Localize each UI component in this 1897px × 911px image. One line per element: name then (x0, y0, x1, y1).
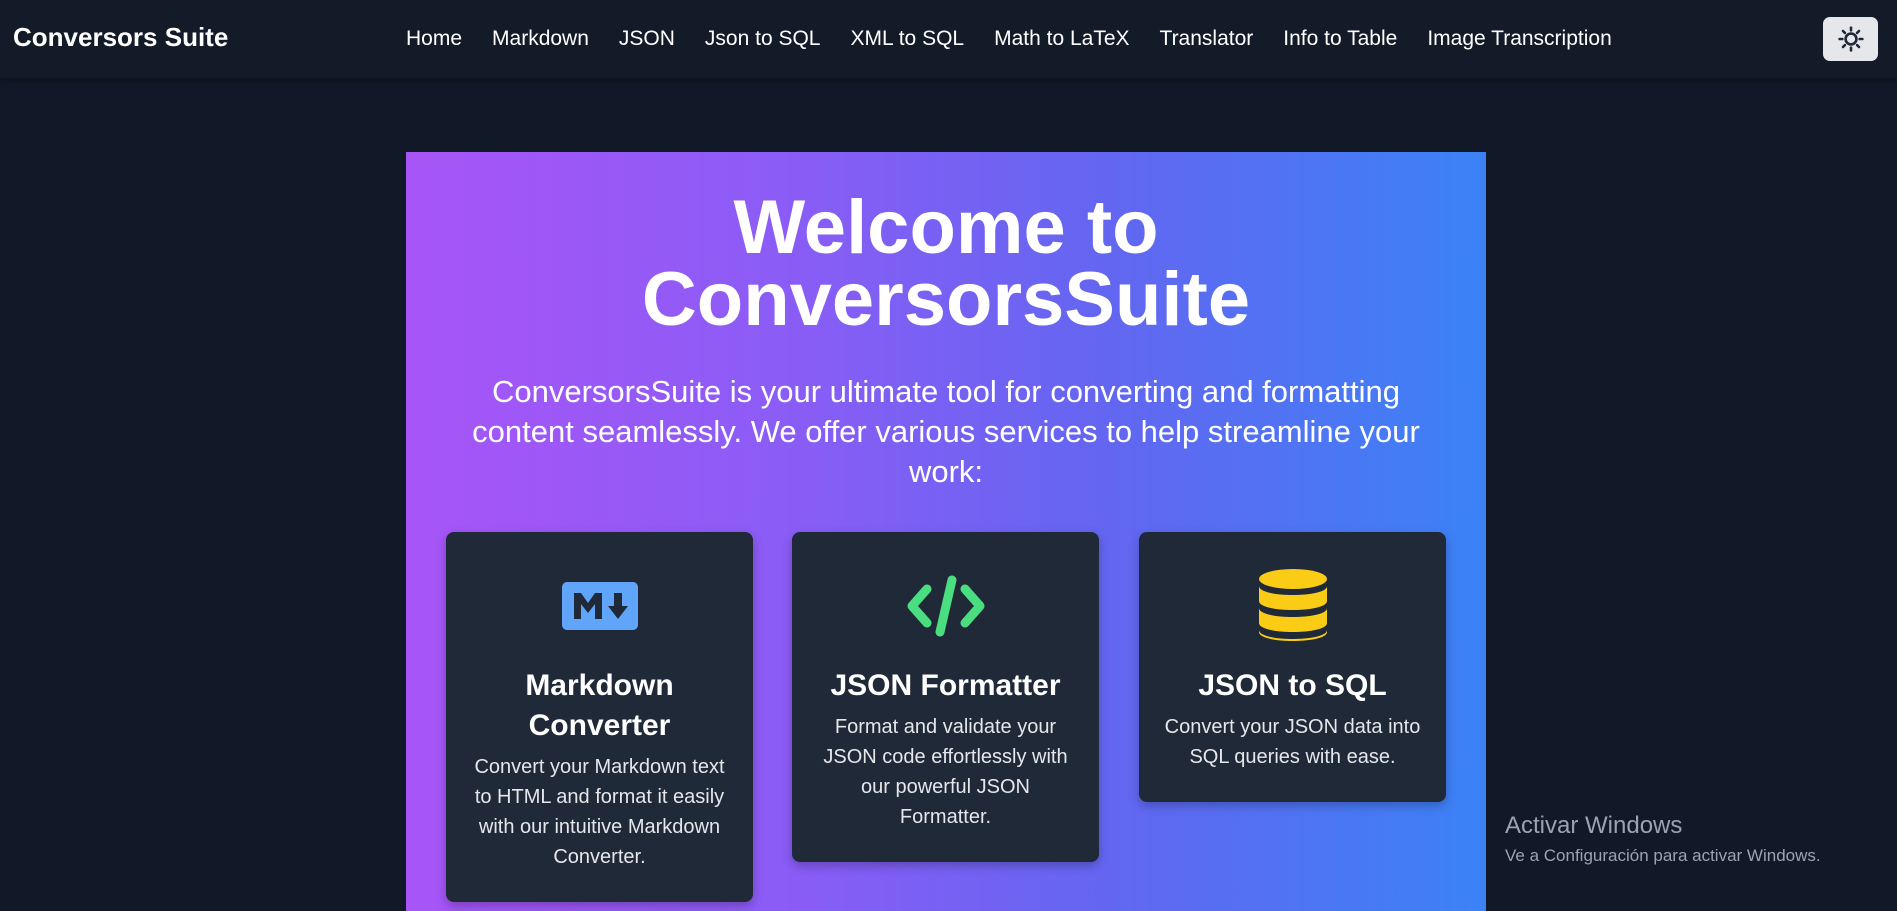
code-icon (907, 575, 984, 637)
nav-link-xml-to-sql[interactable]: XML to SQL (850, 27, 964, 51)
markdown-icon (561, 582, 638, 630)
card-title: Markdown Converter (525, 669, 674, 742)
nav-link-home[interactable]: Home (406, 27, 462, 51)
hero-title-line2: ConversorsSuite (641, 257, 1251, 342)
nav-link-info-to-table[interactable]: Info to Table (1283, 27, 1397, 51)
card-description: Convert your JSON data into SQL queries … (1164, 716, 1421, 768)
nav-link-markdown[interactable]: Markdown (492, 27, 589, 51)
top-navbar: Conversors Suite Home Markdown JSON Json… (0, 0, 1897, 78)
nav-link-translator[interactable]: Translator (1160, 27, 1254, 51)
nav-link-math-to-latex[interactable]: Math to LaTeX (994, 27, 1129, 51)
database-icon (1258, 569, 1327, 641)
windows-activation-watermark: Activar Windows Ve a Configuración para … (1505, 812, 1821, 866)
hero-subtitle: ConversorsSuite is your ultimate tool fo… (472, 374, 1420, 489)
card-json-to-sql[interactable]: JSON to SQL Convert your JSON data into … (1139, 532, 1446, 802)
brand-logo-text[interactable]: Conversors Suite (13, 22, 228, 53)
nav-link-json[interactable]: JSON (619, 27, 675, 51)
nav-link-json-to-sql[interactable]: Json to SQL (705, 27, 821, 51)
card-description: Format and validate your JSON code effor… (823, 716, 1068, 828)
theme-toggle-button[interactable] (1823, 17, 1878, 61)
nav-link-image-transcription[interactable]: Image Transcription (1427, 27, 1611, 51)
hero-section: Welcome to ConversorsSuite ConversorsSui… (406, 152, 1486, 911)
nav-links: Home Markdown JSON Json to SQL XML to SQ… (406, 27, 1642, 51)
hero-title: Welcome to ConversorsSuite (406, 190, 1486, 338)
card-title: JSON Formatter (830, 669, 1061, 702)
card-json-formatter[interactable]: JSON Formatter Format and validate your … (792, 532, 1099, 862)
card-title: JSON to SQL (1198, 669, 1387, 702)
watermark-subtitle: Ve a Configuración para activar Windows. (1505, 846, 1821, 865)
card-description: Convert your Markdown text to HTML and f… (474, 756, 725, 868)
sun-icon (1837, 26, 1864, 52)
card-markdown-converter[interactable]: Markdown Converter Convert your Markdown… (446, 532, 753, 902)
watermark-title: Activar Windows (1505, 812, 1683, 839)
